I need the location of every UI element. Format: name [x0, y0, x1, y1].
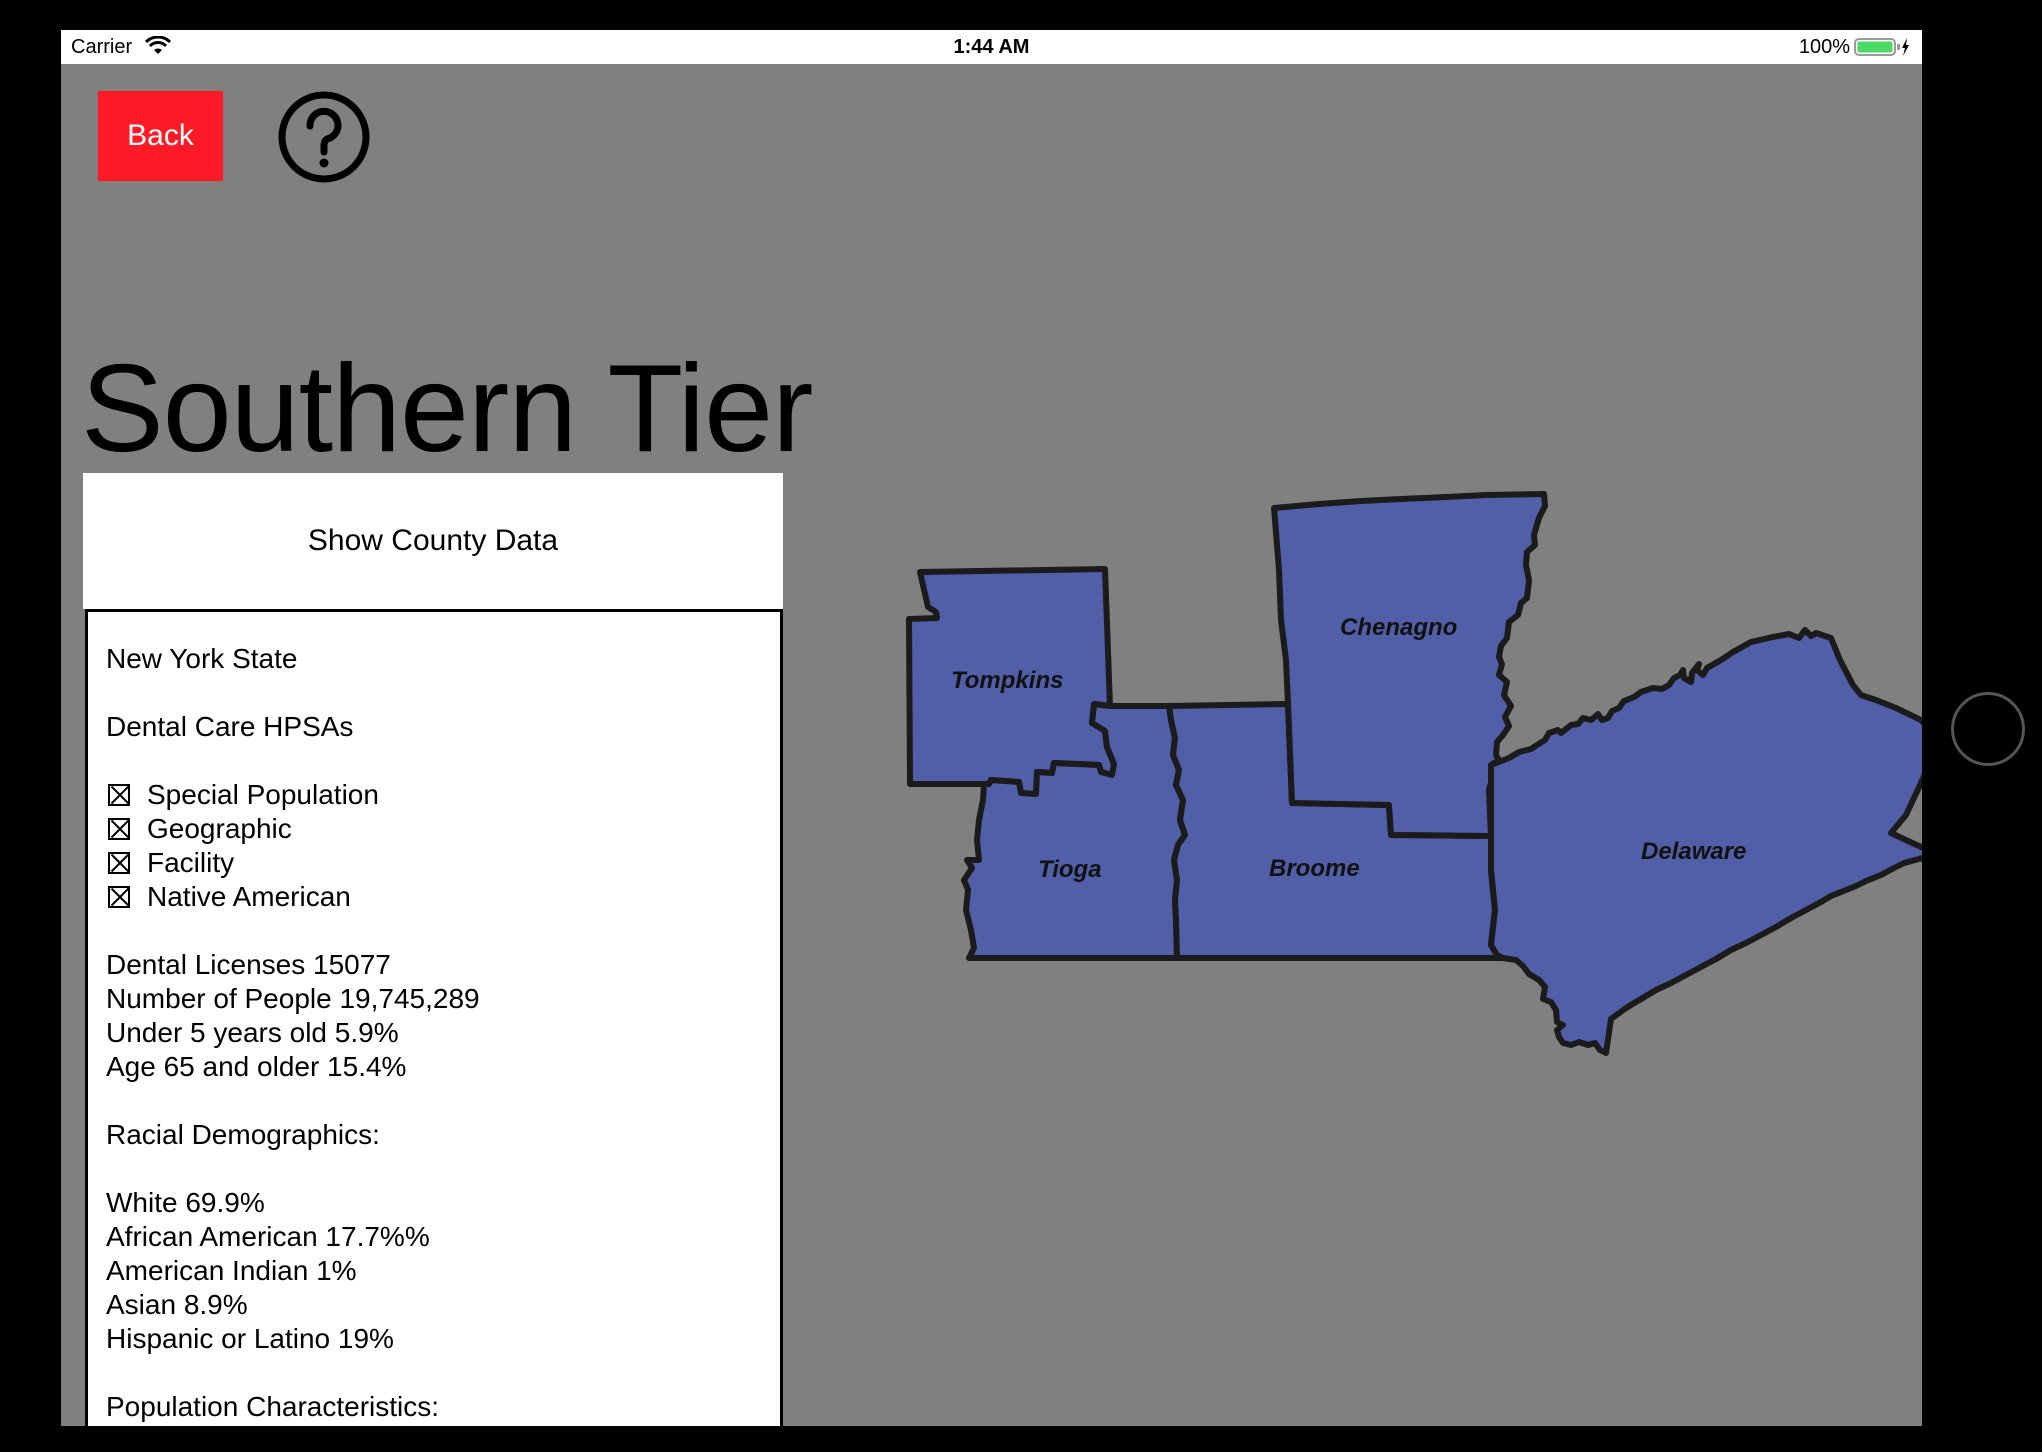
battery-percentage: 100%: [1798, 36, 1850, 58]
battery-charging-icon: [1854, 38, 1909, 56]
racial-line: African American 17.7%%: [106, 1221, 430, 1252]
hpsa-item: Facility: [106, 846, 780, 880]
racial-line: Asian 8.9%: [106, 1289, 248, 1320]
racial-line: American Indian 1%: [106, 1255, 357, 1286]
stat-line: Under 5 years old 5.9%: [106, 1017, 399, 1048]
region-label: New York State: [106, 643, 298, 674]
stat-line: Number of People 19,745,289: [106, 983, 480, 1014]
county-label-broome: Broome: [1269, 855, 1360, 882]
stat-line: Dental Licenses 15077: [106, 949, 391, 980]
app-screen: Carrier 1:44 AM 100% Back Southern Tier …: [61, 30, 1922, 1426]
info-panel[interactable]: New York State Dental Care HPSAs Special…: [85, 609, 783, 1426]
question-circle-icon[interactable]: [277, 90, 371, 184]
show-county-data-button[interactable]: Show County Data: [83, 473, 783, 609]
page-title: Southern Tier: [81, 340, 813, 478]
stat-line: Age 65 and older 15.4%: [106, 1051, 407, 1082]
county-label-chenagno: Chenagno: [1340, 614, 1457, 641]
back-button[interactable]: Back: [98, 91, 223, 181]
hpsa-item: Geographic: [106, 812, 780, 846]
assistive-touch-button[interactable]: [1951, 692, 2025, 766]
hpsa-item: Special Population: [106, 778, 780, 812]
racial-heading: Racial Demographics:: [106, 1119, 380, 1150]
checkbox-x-icon[interactable]: [108, 852, 130, 874]
hpsa-item-label: Facility: [147, 847, 235, 878]
racial-line: White 69.9%: [106, 1187, 265, 1218]
checkbox-x-icon[interactable]: [108, 784, 130, 806]
status-bar: Carrier 1:44 AM 100%: [61, 30, 1922, 64]
hpsa-item: Native American: [106, 880, 780, 914]
info-content: New York State Dental Care HPSAs Special…: [88, 612, 780, 1424]
racial-line: Hispanic or Latino 19%: [106, 1323, 394, 1354]
hpsa-item-label: Special Population: [147, 779, 379, 810]
hpsa-heading: Dental Care HPSAs: [106, 711, 354, 742]
county-label-delaware: Delaware: [1641, 838, 1746, 865]
county-label-tioga: Tioga: [1038, 856, 1102, 883]
hpsa-item-label: Native American: [147, 881, 351, 912]
county-map: Tompkins Chenagno Tioga Broome Delaware: [906, 491, 1922, 1056]
county-label-tompkins: Tompkins: [951, 667, 1063, 694]
checkbox-x-icon[interactable]: [108, 886, 130, 908]
hpsa-item-label: Geographic: [147, 813, 292, 844]
clock: 1:44 AM: [953, 36, 1030, 58]
population-heading: Population Characteristics:: [106, 1391, 440, 1422]
checkbox-x-icon[interactable]: [108, 818, 130, 840]
